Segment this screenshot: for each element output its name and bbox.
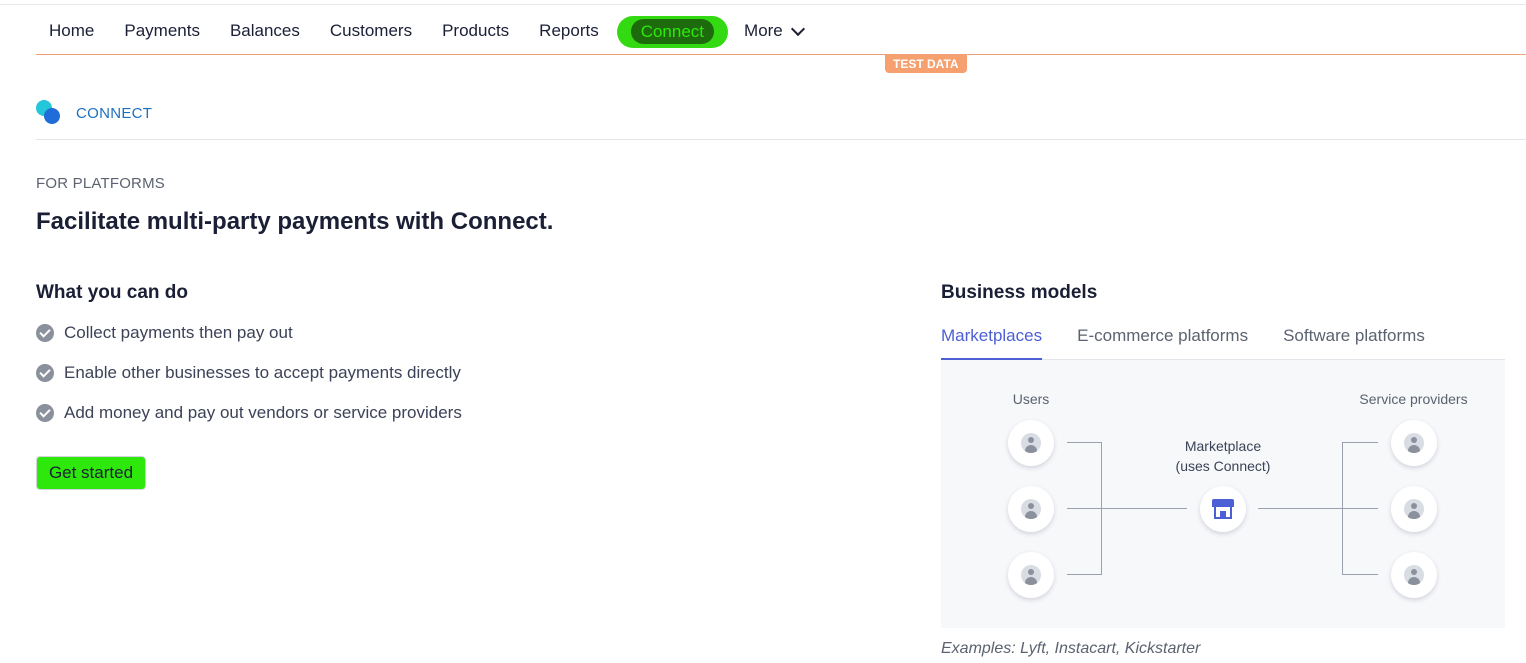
- user-icon: [1021, 565, 1041, 585]
- check-circle-icon: [36, 324, 54, 342]
- feature-item: Add money and pay out vendors or service…: [36, 403, 462, 423]
- section-header: CONNECT: [36, 100, 152, 126]
- feature-text: Collect payments then pay out: [64, 323, 293, 342]
- nav-home[interactable]: Home: [49, 21, 94, 43]
- user-icon: [1404, 499, 1424, 519]
- what-you-can-do-title: What you can do: [36, 282, 188, 303]
- marketplace-label: Marketplace (uses Connect): [1153, 436, 1293, 476]
- user-node: [1008, 552, 1054, 598]
- divider: [36, 139, 1526, 140]
- user-node: [1008, 420, 1054, 466]
- tab-marketplaces[interactable]: Marketplaces: [941, 326, 1043, 360]
- check-circle-icon: [36, 404, 54, 422]
- user-icon: [1021, 433, 1041, 453]
- feature-item: Collect payments then pay out: [36, 323, 293, 343]
- business-models-title: Business models: [941, 282, 1098, 303]
- user-icon: [1404, 565, 1424, 585]
- nav-connect[interactable]: Connect: [616, 16, 729, 48]
- provider-node: [1391, 486, 1437, 532]
- eyebrow-text: FOR PLATFORMS: [36, 175, 165, 192]
- feature-text: Enable other businesses to accept paymen…: [64, 363, 461, 382]
- provider-node: [1391, 552, 1437, 598]
- connect-logo-icon: [36, 100, 62, 126]
- nav-balances[interactable]: Balances: [230, 21, 300, 43]
- marketplace-label-line1: Marketplace: [1184, 438, 1262, 454]
- nav-reports[interactable]: Reports: [539, 21, 599, 43]
- marketplace-label-line2: (uses Connect): [1175, 458, 1271, 474]
- section-label: CONNECT: [76, 104, 153, 122]
- examples-text: Examples: Lyft, Instacart, Kickstarter: [941, 640, 1201, 657]
- get-started-button[interactable]: Get started: [36, 456, 146, 490]
- service-providers-label: Service providers: [1359, 391, 1468, 407]
- user-icon: [1404, 433, 1424, 453]
- nav-customers[interactable]: Customers: [330, 21, 412, 43]
- nav-more-label: More: [744, 21, 783, 40]
- check-circle-icon: [36, 364, 54, 382]
- user-node: [1008, 486, 1054, 532]
- store-icon: [1212, 499, 1234, 519]
- top-border: [0, 4, 1526, 5]
- provider-node: [1391, 420, 1437, 466]
- tab-ecommerce-platforms[interactable]: E-commerce platforms: [1077, 326, 1248, 360]
- users-label: Users: [1012, 391, 1050, 407]
- top-nav: Home Payments Balances Customers Product…: [36, 10, 1526, 55]
- marketplace-node: [1200, 486, 1246, 532]
- marketplace-diagram: Users Service providers Marketplace (use…: [941, 360, 1505, 628]
- business-model-tabs: Marketplaces E-commerce platforms Softwa…: [941, 326, 1505, 360]
- feature-item: Enable other businesses to accept paymen…: [36, 363, 461, 383]
- nav-connect-label: Connect: [630, 19, 715, 44]
- chevron-down-icon: [790, 21, 805, 36]
- nav-more[interactable]: More: [744, 21, 805, 43]
- test-data-badge: TEST DATA: [885, 55, 967, 73]
- tab-software-platforms[interactable]: Software platforms: [1283, 326, 1425, 360]
- nav-products[interactable]: Products: [442, 21, 509, 43]
- nav-payments[interactable]: Payments: [124, 21, 200, 43]
- feature-text: Add money and pay out vendors or service…: [64, 403, 462, 422]
- user-icon: [1021, 499, 1041, 519]
- page-title: Facilitate multi-party payments with Con…: [36, 208, 554, 235]
